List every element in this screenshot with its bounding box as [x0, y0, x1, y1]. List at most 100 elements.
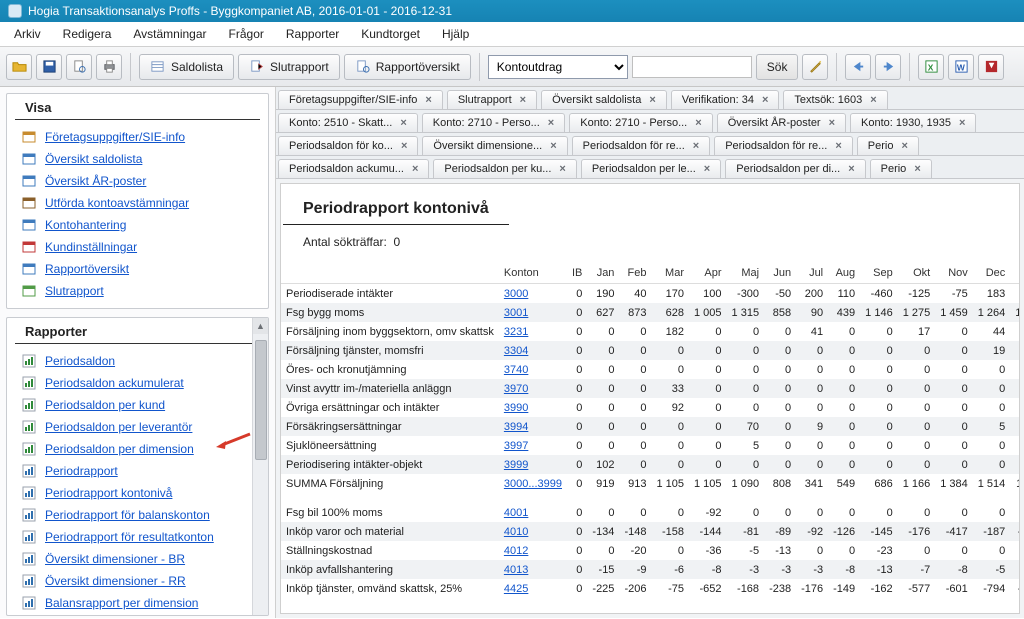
visa-item[interactable]: Slutrapport	[11, 280, 264, 302]
close-icon[interactable]: ×	[914, 163, 920, 175]
visa-link[interactable]: Kundinställningar	[45, 240, 137, 254]
konto-link[interactable]: 3001	[504, 307, 528, 319]
rapporter-item[interactable]: Översikt dimensioner - BR	[11, 548, 264, 570]
konto-link[interactable]: 3994	[504, 421, 528, 433]
export-excel-button[interactable]: X	[918, 54, 944, 80]
konto-link[interactable]: 3970	[504, 383, 528, 395]
saldolista-button[interactable]: Saldolista	[139, 54, 234, 80]
close-icon[interactable]: ×	[425, 94, 431, 106]
tab[interactable]: Konto: 1930, 1935×	[850, 113, 976, 132]
rapporter-item[interactable]: Periodsaldon per leverantör	[11, 416, 264, 438]
close-icon[interactable]: ×	[695, 117, 701, 129]
tab[interactable]: Slutrapport×	[447, 90, 537, 109]
tab[interactable]: Företagsuppgifter/SIE-info×	[278, 90, 443, 109]
magic-button[interactable]	[802, 54, 828, 80]
tab[interactable]: Konto: 2710 - Perso...×	[422, 113, 565, 132]
export-pdf-button[interactable]	[978, 54, 1004, 80]
visa-item[interactable]: Kundinställningar	[11, 236, 264, 258]
konto-link[interactable]: 3000	[504, 288, 528, 300]
visa-link[interactable]: Kontohantering	[45, 218, 126, 232]
rapporter-link[interactable]: Periodsaldon	[45, 354, 115, 368]
rapporter-link[interactable]: Periodrapport för balanskonton	[45, 508, 210, 522]
konto-link[interactable]: 3740	[504, 364, 528, 376]
search-button[interactable]: Sök	[756, 54, 799, 80]
konto-link[interactable]: 3997	[504, 440, 528, 452]
rapporter-link[interactable]: Periodsaldon per leverantör	[45, 420, 192, 434]
menu-rapporter[interactable]: Rapporter	[278, 25, 347, 43]
rapporter-item[interactable]: Periodrapport för resultatkonton	[11, 526, 264, 548]
rapporter-item[interactable]: Periodrapport	[11, 460, 264, 482]
konto-link[interactable]: 3231	[504, 326, 528, 338]
rapporter-item[interactable]: Resultatrapport per dimension	[11, 614, 264, 616]
tab[interactable]: Textsök: 1603×	[783, 90, 887, 109]
konto-link[interactable]: 3990	[504, 402, 528, 414]
close-icon[interactable]: ×	[835, 140, 841, 152]
export-word-button[interactable]: W	[948, 54, 974, 80]
tab[interactable]: Konto: 2710 - Perso...×	[569, 113, 712, 132]
konto-link[interactable]: 4013	[504, 564, 528, 576]
search-input[interactable]	[632, 56, 752, 78]
tab[interactable]: Periodsaldon per ku...×	[433, 159, 576, 178]
tab[interactable]: Periodsaldon per le...×	[581, 159, 721, 178]
visa-item[interactable]: Företagsuppgifter/SIE-info	[11, 126, 264, 148]
sidebar-scrollbar[interactable]: ▲	[252, 318, 268, 615]
nav-fwd-button[interactable]	[875, 54, 901, 80]
rapporter-link[interactable]: Periodrapport kontonivå	[45, 486, 172, 500]
visa-item[interactable]: Översikt ÅR-poster	[11, 170, 264, 192]
rapporter-item[interactable]: Periodrapport för balanskonton	[11, 504, 264, 526]
rapporter-item[interactable]: Balansrapport per dimension	[11, 592, 264, 614]
rapporter-link[interactable]: Periodsaldon per dimension	[45, 442, 194, 456]
rapporter-item[interactable]: Översikt dimensioner - RR	[11, 570, 264, 592]
visa-item[interactable]: Utförda kontoavstämningar	[11, 192, 264, 214]
konto-link[interactable]: 4010	[504, 526, 528, 538]
tab[interactable]: Verifikation: 34×	[671, 90, 780, 109]
close-icon[interactable]: ×	[848, 163, 854, 175]
konto-link[interactable]: 4001	[504, 507, 528, 519]
rapporter-link[interactable]: Översikt dimensioner - RR	[45, 574, 186, 588]
rapporter-item[interactable]: Periodrapport kontonivå	[11, 482, 264, 504]
visa-item[interactable]: Kontohantering	[11, 214, 264, 236]
rapporter-item[interactable]: Periodsaldon per dimension	[11, 438, 264, 460]
close-icon[interactable]: ×	[959, 117, 965, 129]
rapporter-link[interactable]: Periodsaldon ackumulerat	[45, 376, 184, 390]
close-icon[interactable]: ×	[829, 117, 835, 129]
view-select[interactable]: Kontoutdrag	[488, 55, 628, 79]
close-icon[interactable]: ×	[520, 94, 526, 106]
tab[interactable]: Översikt saldolista×	[541, 90, 667, 109]
tab[interactable]: Översikt dimensione...×	[422, 136, 567, 155]
menu-fragor[interactable]: Frågor	[221, 25, 272, 43]
konto-link[interactable]: 4012	[504, 545, 528, 557]
scroll-up-icon[interactable]: ▲	[253, 318, 268, 334]
save-button[interactable]	[36, 54, 62, 80]
rapporter-link[interactable]: Periodrapport	[45, 464, 118, 478]
rapporter-link[interactable]: Balansrapport per dimension	[45, 596, 198, 610]
konto-link[interactable]: 3999	[504, 459, 528, 471]
menu-hjalp[interactable]: Hjälp	[434, 25, 477, 43]
konto-link[interactable]: 3000...3999	[504, 478, 562, 490]
tab[interactable]: Periodsaldon per di...×	[725, 159, 865, 178]
menu-kundtorget[interactable]: Kundtorget	[353, 25, 428, 43]
close-icon[interactable]: ×	[762, 94, 768, 106]
tab[interactable]: Perio×	[870, 159, 932, 178]
menu-redigera[interactable]: Redigera	[55, 25, 120, 43]
close-icon[interactable]: ×	[649, 94, 655, 106]
visa-link[interactable]: Rapportöversikt	[45, 262, 129, 276]
tab[interactable]: Konto: 2510 - Skatt...×	[278, 113, 418, 132]
visa-link[interactable]: Företagsuppgifter/SIE-info	[45, 130, 185, 144]
tab[interactable]: Periodsaldon för re...×	[572, 136, 711, 155]
open-button[interactable]	[6, 54, 32, 80]
close-icon[interactable]: ×	[704, 163, 710, 175]
visa-link[interactable]: Översikt ÅR-poster	[45, 174, 146, 188]
rapporter-item[interactable]: Periodsaldon	[11, 350, 264, 372]
nav-back-button[interactable]	[845, 54, 871, 80]
tab[interactable]: Periodsaldon ackumu...×	[278, 159, 429, 178]
close-icon[interactable]: ×	[400, 117, 406, 129]
rapportoversikt-button[interactable]: Rapportöversikt	[344, 54, 471, 80]
tab[interactable]: Översikt ÅR-poster×	[717, 113, 846, 132]
rapporter-link[interactable]: Periodsaldon per kund	[45, 398, 165, 412]
rapporter-link[interactable]: Periodrapport för resultatkonton	[45, 530, 214, 544]
close-icon[interactable]: ×	[559, 163, 565, 175]
rapporter-item[interactable]: Periodsaldon ackumulerat	[11, 372, 264, 394]
menu-avstamningar[interactable]: Avstämningar	[125, 25, 214, 43]
close-icon[interactable]: ×	[693, 140, 699, 152]
